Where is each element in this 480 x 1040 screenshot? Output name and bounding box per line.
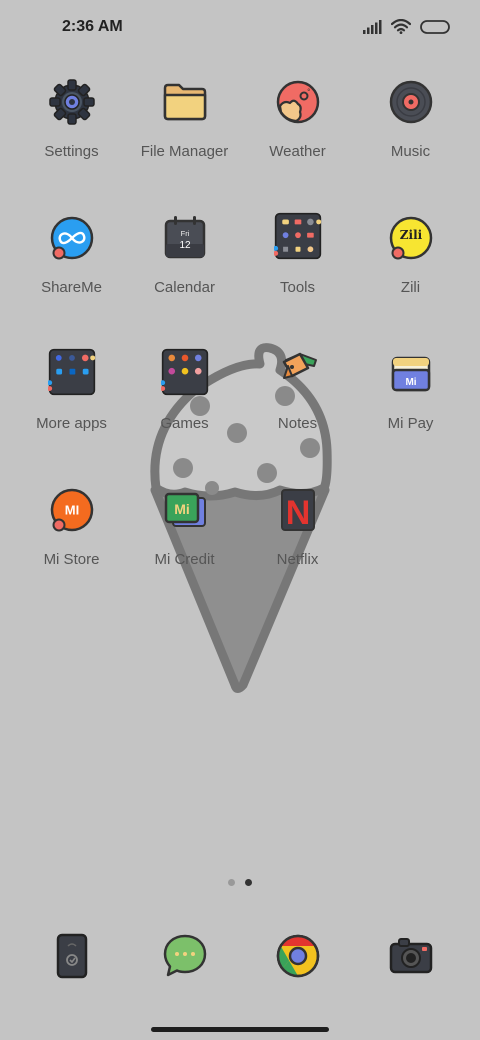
app-label: File Manager [140, 143, 229, 160]
app-tools-folder[interactable]: Tools [241, 212, 354, 350]
folder-grid-icon [273, 212, 322, 262]
wifi-icon [390, 18, 412, 39]
app-label: Netflix [276, 551, 319, 568]
svg-text:Mi: Mi [405, 377, 416, 388]
app-label: Notes [277, 415, 318, 432]
netflix-icon: N [274, 486, 322, 534]
app-label: Settings [44, 143, 99, 160]
app-grid: Settings File Manager ° Weather Music Sh… [15, 78, 465, 622]
app-label: Games [160, 415, 209, 432]
dock-phone[interactable] [15, 932, 128, 980]
page-dot-1[interactable] [228, 879, 235, 886]
phone-icon [48, 932, 96, 980]
page-dot-2-active[interactable] [245, 879, 252, 886]
dock [15, 932, 465, 980]
vinyl-record-icon [387, 78, 435, 126]
shareme-icon [48, 214, 96, 262]
app-zili[interactable]: Zili Zili [354, 214, 467, 350]
app-label: Tools [279, 279, 316, 296]
app-file-manager[interactable]: File Manager [128, 78, 241, 214]
page-indicator[interactable] [228, 879, 252, 886]
app-mi-credit[interactable]: Mi Mi Credit [128, 486, 241, 622]
weather-icon: ° [274, 78, 322, 126]
status-icons [363, 18, 450, 39]
app-label: Music [390, 143, 431, 160]
app-music[interactable]: Music [354, 78, 467, 214]
signal-icon [363, 19, 382, 39]
dock-camera[interactable] [354, 932, 467, 980]
app-label: Weather [269, 143, 326, 160]
home-indicator-bar[interactable] [151, 1027, 329, 1032]
gear-icon [48, 78, 96, 126]
app-shareme[interactable]: ShareMe [15, 214, 128, 350]
camera-icon [387, 932, 435, 980]
app-label: Zili [400, 279, 421, 296]
status-bar: 2:36 AM [0, 0, 480, 56]
app-more-apps-folder[interactable]: More apps [15, 348, 128, 486]
app-mi-store[interactable]: MI Mi Store [15, 486, 128, 622]
mi-store-badge-text: MI [64, 503, 78, 518]
app-games-folder[interactable]: Games [128, 348, 241, 486]
app-label: Mi Credit [154, 551, 215, 568]
app-notes[interactable]: Notes [241, 350, 354, 486]
battery-icon [420, 19, 450, 39]
pencil-icon [274, 350, 322, 398]
folder-icon [161, 78, 209, 126]
app-label: Calendar [154, 279, 215, 296]
mi-credit-icon: Mi [161, 486, 209, 534]
calendar-day: Fri [180, 229, 189, 238]
app-label: Mi Pay [387, 415, 434, 432]
app-weather[interactable]: ° Weather [241, 78, 354, 214]
svg-text:°: ° [307, 88, 311, 96]
app-netflix[interactable]: N Netflix [241, 486, 354, 622]
message-bubble-icon [161, 932, 209, 980]
app-mi-pay[interactable]: Mi Mi Pay [354, 350, 467, 486]
app-label: ShareMe [41, 279, 102, 296]
wallet-icon: Mi [387, 350, 435, 398]
zili-icon: Zili [387, 214, 435, 262]
calendar-icon: Fri 12 [161, 214, 209, 262]
app-calendar[interactable]: Fri 12 Calendar [128, 214, 241, 350]
app-label: More apps [36, 415, 107, 432]
folder-grid-icon [47, 348, 96, 398]
folder-grid-icon [160, 348, 209, 398]
dock-browser[interactable] [241, 932, 354, 980]
calendar-date: 12 [179, 240, 191, 251]
mi-credit-badge-text: Mi [174, 501, 190, 517]
dock-messages[interactable] [128, 932, 241, 980]
app-label: Mi Store [43, 551, 100, 568]
chrome-icon [274, 932, 322, 980]
app-settings[interactable]: Settings [15, 78, 128, 214]
status-time: 2:36 AM [62, 18, 123, 35]
zili-badge-text: Zili [399, 228, 422, 242]
mi-store-icon: MI [48, 486, 96, 534]
netflix-badge-text: N [285, 494, 310, 532]
